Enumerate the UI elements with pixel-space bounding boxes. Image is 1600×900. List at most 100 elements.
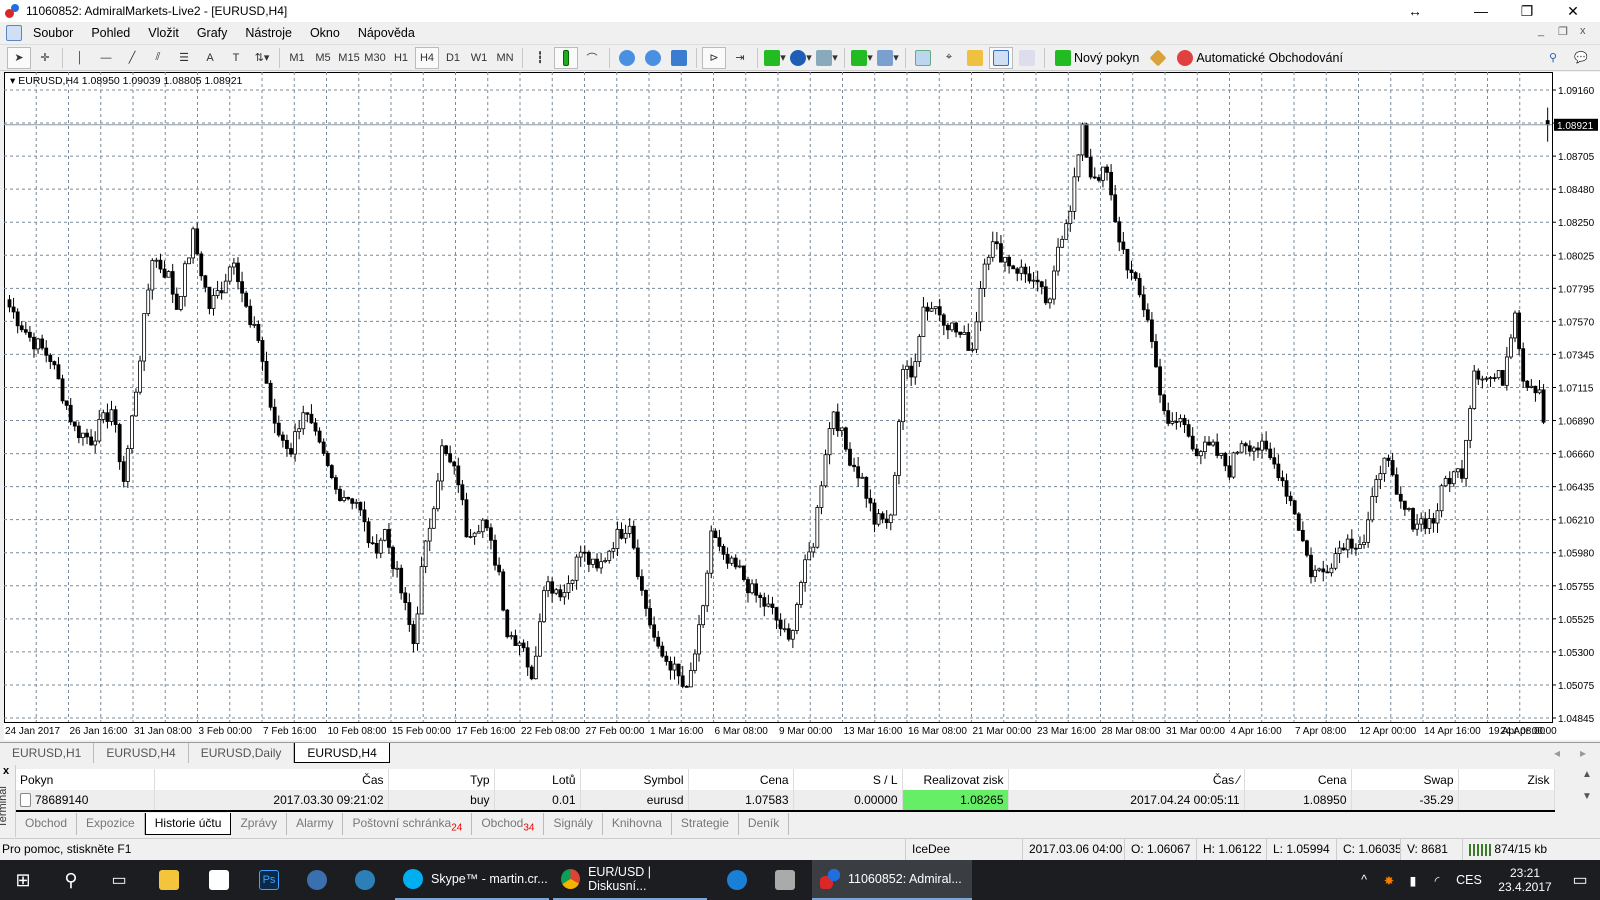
new-order-button[interactable]: Nový pokyn [1050,47,1144,69]
search-icon[interactable]: ⚲ [1541,47,1565,69]
tab-expozice[interactable]: Expozice [77,813,145,835]
notifications-icon[interactable]: ▭ [1560,860,1600,900]
auto-trading-button[interactable]: Automatické Obchodování [1172,47,1348,69]
tab-obchod[interactable]: Obchod [16,813,78,835]
metaeditor-icon[interactable] [1146,47,1170,69]
tab-eurusd-h1[interactable]: EURUSD,H1 [0,743,95,763]
tab-eurusd-h4[interactable]: EURUSD,H4 [94,743,189,763]
mdi-restore-button[interactable]: ❐ [1558,25,1568,38]
periods-icon[interactable]: ▾ [789,47,813,69]
bar-chart-icon[interactable]: ┇ [528,47,552,69]
col-tp[interactable]: Realizovat zisk [902,769,1009,790]
col-swap[interactable]: Swap [1351,769,1459,790]
tab-knihovna[interactable]: Knihovna [603,813,672,835]
thunderbird-icon[interactable] [294,860,340,900]
timeframe-m30[interactable]: M30 [363,47,387,69]
price-chart[interactable]: 1.091601.089351.087051.084801.082501.080… [4,72,1600,740]
arrows-dropdown-icon[interactable]: ⇅▾ [250,47,274,69]
fibonacci-icon[interactable]: ☰ [172,47,196,69]
connection-status[interactable]: 874/15 kb [1462,839,1547,861]
tab-eurusd-h4-active[interactable]: EURUSD,H4 [294,743,390,763]
col-lotu[interactable]: Lotů [494,769,581,790]
timeframe-h4[interactable]: H4 [415,46,439,69]
tab-postovni-schranka[interactable]: Poštovní schránka24 [343,813,473,835]
profiles-icon[interactable]: ▾ [876,47,900,69]
timeframe-w1[interactable]: W1 [467,47,491,69]
chart-canvas[interactable]: 1.091601.089351.087051.084801.082501.080… [4,72,1600,740]
task-view-icon[interactable]: ▭ [96,860,142,900]
language-indicator[interactable]: CES [1454,860,1484,900]
chart-window-icon[interactable] [6,25,22,41]
col-cas[interactable]: Čas [154,769,389,790]
scroll-up-icon[interactable]: ▲ [1582,769,1592,780]
col-symbol[interactable]: Symbol [580,769,689,790]
menu-okno[interactable]: Okno [301,26,349,40]
tile-windows-icon[interactable] [667,47,691,69]
indicators-icon[interactable]: ▾ [763,47,787,69]
menu-soubor[interactable]: Soubor [24,26,82,40]
templates-icon[interactable]: ▾ [815,47,839,69]
avast-icon[interactable]: ✸ [1378,860,1400,900]
cursor-icon[interactable]: ➤ [7,46,31,69]
chart-shift-icon[interactable]: ⇥ [728,47,752,69]
menu-vlozit[interactable]: Vložit [139,26,188,40]
timeframe-m15[interactable]: M15 [337,47,361,69]
taskbar-skype[interactable]: Skype™ - martin.cr... [395,860,549,900]
col-cena[interactable]: Cena [688,769,794,790]
tabs-scroll-right-icon[interactable]: ▸ [1580,743,1586,763]
tab-historie-uctu[interactable]: Historie účtu [144,813,232,835]
store-icon[interactable] [196,860,242,900]
market-watch-icon[interactable] [911,47,935,69]
timeframe-m5[interactable]: M5 [311,47,335,69]
tab-signaly[interactable]: Signály [544,813,603,835]
col-zisk[interactable]: Zisk [1458,769,1555,790]
equidistant-channel-icon[interactable]: ⫽ [146,47,170,69]
mdi-minimize-button[interactable]: _ [1538,25,1544,37]
search-taskbar-icon[interactable]: ⚲ [48,860,94,900]
printer-icon[interactable] [762,860,808,900]
tab-zpravy[interactable]: Zprávy [231,813,288,835]
col-typ[interactable]: Typ [388,769,495,790]
photoshop-icon[interactable]: Ps [246,860,292,900]
taskbar-chrome[interactable]: EUR/USD | Diskusní... [553,860,707,900]
navigator-icon[interactable] [963,47,987,69]
strategy-tester-icon[interactable] [1015,47,1039,69]
mdi-close-button[interactable]: x [1580,25,1586,37]
menu-nastroje[interactable]: Nástroje [236,26,301,40]
app-icon[interactable] [342,860,388,900]
col-close-time[interactable]: Čas ⁄ [1008,769,1245,790]
tab-strategie[interactable]: Strategie [672,813,739,835]
profile-name[interactable]: IceDee [905,839,950,861]
minimize-button[interactable]: — [1458,0,1504,22]
zoom-in-icon[interactable] [615,47,639,69]
candlestick-chart-icon[interactable] [554,46,578,69]
new-chart-icon[interactable]: ▾ [850,47,874,69]
start-icon[interactable]: ⊞ [0,860,46,900]
tabs-scroll-left-icon[interactable]: ◂ [1554,743,1560,763]
tray-chevron-icon[interactable]: ^ [1354,860,1374,900]
maximize-button[interactable]: ❐ [1504,0,1550,22]
taskbar-mt4[interactable]: 11060852: Admiral... [812,860,972,900]
menu-napoveda[interactable]: Nápověda [349,26,424,40]
line-chart-icon[interactable]: ⌒ [580,47,604,69]
resize-icon[interactable]: ↔ [1392,0,1438,22]
timeframe-d1[interactable]: D1 [441,47,465,69]
menu-pohled[interactable]: Pohled [82,26,139,40]
table-row[interactable]: 78689140 2017.03.30 09:21:02 buy 0.01 eu… [16,790,1555,812]
tab-denik[interactable]: Deník [739,813,790,835]
vertical-line-icon[interactable]: │ [68,47,92,69]
power-icon[interactable]: ▮ [1402,860,1424,900]
timeframe-m1[interactable]: M1 [285,47,309,69]
timeframe-mn[interactable]: MN [493,47,517,69]
close-button[interactable]: ✕ [1550,0,1596,22]
tab-eurusd-daily[interactable]: EURUSD,Daily [189,743,295,763]
clock[interactable]: 23:21 23.4.2017 [1490,860,1560,900]
zoom-out-icon[interactable] [641,47,665,69]
timeframe-h1[interactable]: H1 [389,47,413,69]
data-window-icon[interactable]: ⌖ [937,47,961,69]
crosshair-icon[interactable]: ✛ [33,47,57,69]
tab-alarmy[interactable]: Alarmy [287,813,344,835]
terminal-close-button[interactable]: x [3,765,9,777]
autoscroll-icon[interactable]: ⊳ [702,46,726,69]
tab-obchod-market[interactable]: Obchod34 [472,813,545,835]
